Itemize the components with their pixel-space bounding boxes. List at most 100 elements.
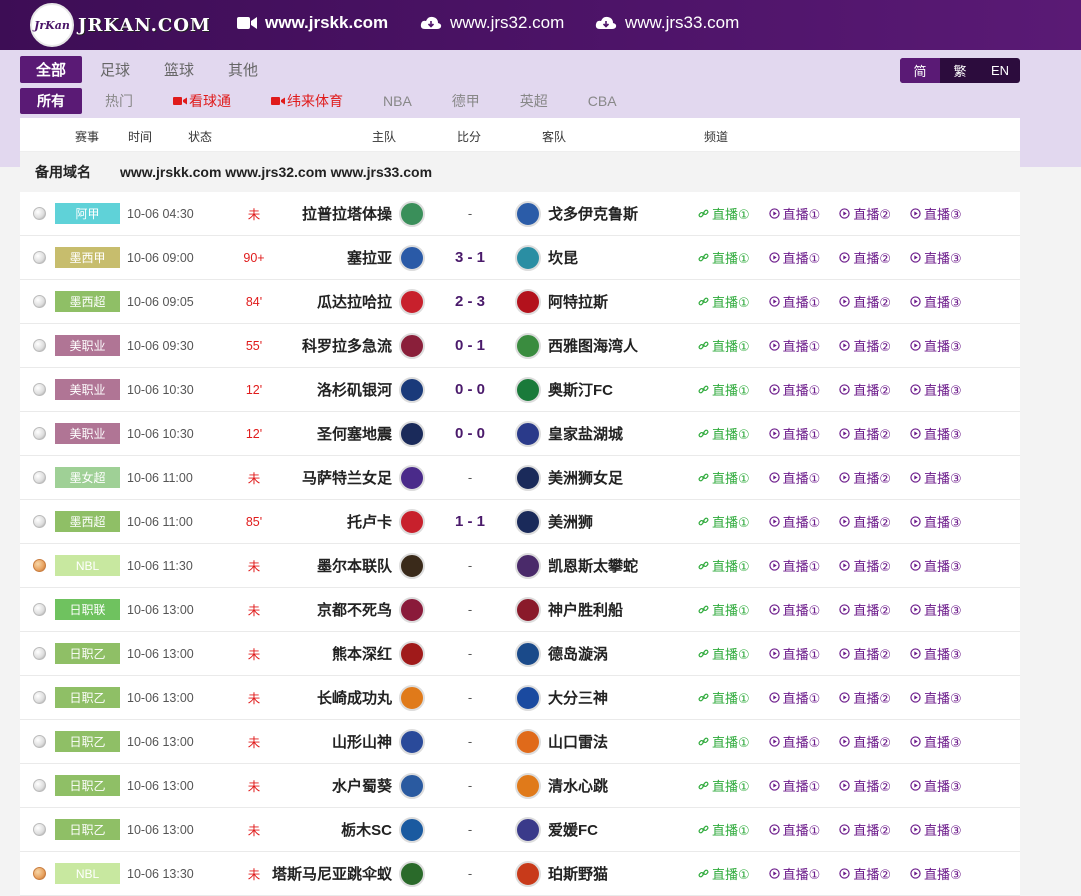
away-team[interactable]: 山口雷法 [548,720,688,763]
league-badge[interactable]: 美职业 [55,335,120,356]
away-team[interactable]: 美洲狮 [548,500,688,543]
channel-link-3[interactable]: 直播② [839,644,891,663]
away-team[interactable]: 阿特拉斯 [548,280,688,323]
tab-basketball[interactable]: 篮球 [148,56,210,83]
channel-link-4[interactable]: 直播③ [910,820,962,839]
away-team[interactable]: 爱媛FC [548,808,688,851]
table-row[interactable]: 日职乙 10-06 13:00 未熊本深红 - 德岛漩涡 直播① 直播① 直播② 直播③ [20,632,1020,676]
channel-link-2[interactable]: 直播① [768,336,820,355]
channel-link-3[interactable]: 直播② [839,512,891,531]
home-team[interactable]: 塔斯马尼亚跳伞蚁 [270,852,392,895]
league-badge[interactable]: 墨女超 [55,467,120,488]
tab-football[interactable]: 足球 [84,56,146,83]
table-row[interactable]: 日职联 10-06 13:00 未京都不死鸟 - 神户胜利船 直播① 直播① 直播② 直播③ [20,588,1020,632]
channel-link-4[interactable]: 直播③ [910,512,962,531]
table-row[interactable]: 美职业 10-06 10:30 12' 洛杉矶银河 0 - 0 奥斯汀FC 直播① 直播① 直播… [20,368,1020,412]
channel-link-1[interactable]: 直播① [698,776,750,795]
home-team[interactable]: 拉普拉塔体操 [270,192,392,235]
channel-link-1[interactable]: 直播① [698,600,750,619]
alt-domains-text[interactable]: www.jrskk.com www.jrs32.com www.jrs33.co… [120,164,432,180]
channel-link-3[interactable]: 直播② [839,380,891,399]
channel-link-2[interactable]: 直播① [768,204,820,223]
league-badge[interactable]: 美职业 [55,379,120,400]
channel-link-4[interactable]: 直播③ [910,600,962,619]
home-team[interactable]: 洛杉矶银河 [270,368,392,411]
channel-link-4[interactable]: 直播③ [910,292,962,311]
channel-link-3[interactable]: 直播② [839,336,891,355]
channel-link-2[interactable]: 直播① [768,864,820,883]
away-team[interactable]: 坎昆 [548,236,688,279]
channel-link-4[interactable]: 直播③ [910,556,962,575]
channel-link-3[interactable]: 直播② [839,292,891,311]
channel-link-4[interactable]: 直播③ [910,644,962,663]
channel-link-2[interactable]: 直播① [768,600,820,619]
league-badge[interactable]: 日职乙 [55,643,120,664]
league-badge[interactable]: 日职联 [55,599,120,620]
channel-link-1[interactable]: 直播① [698,732,750,751]
home-team[interactable]: 马萨特兰女足 [270,456,392,499]
channel-link-3[interactable]: 直播② [839,732,891,751]
home-team[interactable]: 托卢卡 [270,500,392,543]
channel-link-3[interactable]: 直播② [839,424,891,443]
channel-link-4[interactable]: 直播③ [910,468,962,487]
domain-link-3[interactable]: www.jrs33.com [595,13,739,33]
table-row[interactable]: 美职业 10-06 10:30 12' 圣何塞地震 0 - 0 皇家盐湖城 直播① 直播① 直播… [20,412,1020,456]
channel-link-2[interactable]: 直播① [768,424,820,443]
away-team[interactable]: 西雅图海湾人 [548,324,688,367]
table-row[interactable]: 墨西超 10-06 09:05 84' 瓜达拉哈拉 2 - 3 阿特拉斯 直播① 直播① 直播②… [20,280,1020,324]
table-row[interactable]: NBL 10-06 11:30 未墨尔本联队 - 凯恩斯太攀蛇 直播① 直播① 直播② 直播③ [20,544,1020,588]
tab-other[interactable]: 其他 [212,56,274,83]
home-team[interactable]: 栃木SC [270,808,392,851]
channel-link-2[interactable]: 直播① [768,248,820,267]
channel-link-3[interactable]: 直播② [839,864,891,883]
subtab-cba[interactable]: CBA [571,88,634,114]
channel-link-1[interactable]: 直播① [698,336,750,355]
league-badge[interactable]: 日职乙 [55,819,120,840]
away-team[interactable]: 凯恩斯太攀蛇 [548,544,688,587]
channel-link-2[interactable]: 直播① [768,776,820,795]
channel-link-3[interactable]: 直播② [839,556,891,575]
channel-link-3[interactable]: 直播② [839,248,891,267]
domain-link-1[interactable]: www.jrskk.com [237,13,388,33]
league-badge[interactable]: NBL [55,863,120,884]
league-badge[interactable]: 墨西超 [55,291,120,312]
channel-link-3[interactable]: 直播② [839,820,891,839]
channel-link-3[interactable]: 直播② [839,776,891,795]
table-row[interactable]: 日职乙 10-06 13:00 未水户蜀葵 - 清水心跳 直播① 直播① 直播② 直播③ [20,764,1020,808]
channel-link-1[interactable]: 直播① [698,248,750,267]
channel-link-3[interactable]: 直播② [839,204,891,223]
channel-link-1[interactable]: 直播① [698,644,750,663]
channel-link-3[interactable]: 直播② [839,688,891,707]
lang-simplified[interactable]: 简 [900,58,940,83]
channel-link-1[interactable]: 直播① [698,688,750,707]
channel-link-2[interactable]: 直播① [768,556,820,575]
tab-all[interactable]: 全部 [20,56,83,83]
channel-link-2[interactable]: 直播① [768,732,820,751]
channel-link-2[interactable]: 直播① [768,380,820,399]
table-row[interactable]: 阿甲 10-06 04:30 未拉普拉塔体操 - 戈多伊克鲁斯 直播① 直播① 直播② 直播③ [20,192,1020,236]
home-team[interactable]: 京都不死鸟 [270,588,392,631]
subtab-weilai[interactable]: 纬来体育 [254,88,360,114]
channel-link-1[interactable]: 直播① [698,556,750,575]
channel-link-2[interactable]: 直播① [768,292,820,311]
table-row[interactable]: 墨西超 10-06 11:00 85' 托卢卡 1 - 1 美洲狮 直播① 直播① 直播② 直播③ [20,500,1020,544]
home-team[interactable]: 墨尔本联队 [270,544,392,587]
channel-link-2[interactable]: 直播① [768,644,820,663]
channel-link-3[interactable]: 直播② [839,468,891,487]
table-row[interactable]: 日职乙 10-06 13:00 未长崎成功丸 - 大分三神 直播① 直播① 直播② 直播③ [20,676,1020,720]
channel-link-2[interactable]: 直播① [768,468,820,487]
away-team[interactable]: 清水心跳 [548,764,688,807]
subtab-premier-league[interactable]: 英超 [503,88,565,114]
channel-link-2[interactable]: 直播① [768,820,820,839]
channel-link-1[interactable]: 直播① [698,424,750,443]
league-badge[interactable]: 美职业 [55,423,120,444]
league-badge[interactable]: 日职乙 [55,687,120,708]
channel-link-4[interactable]: 直播③ [910,688,962,707]
table-row[interactable]: 日职乙 10-06 13:00 未山形山神 - 山口雷法 直播① 直播① 直播② 直播③ [20,720,1020,764]
home-team[interactable]: 塞拉亚 [270,236,392,279]
channel-link-4[interactable]: 直播③ [910,424,962,443]
home-team[interactable]: 圣何塞地震 [270,412,392,455]
channel-link-1[interactable]: 直播① [698,204,750,223]
table-row[interactable]: 美职业 10-06 09:30 55' 科罗拉多急流 0 - 1 西雅图海湾人 直播① 直播①… [20,324,1020,368]
channel-link-1[interactable]: 直播① [698,512,750,531]
